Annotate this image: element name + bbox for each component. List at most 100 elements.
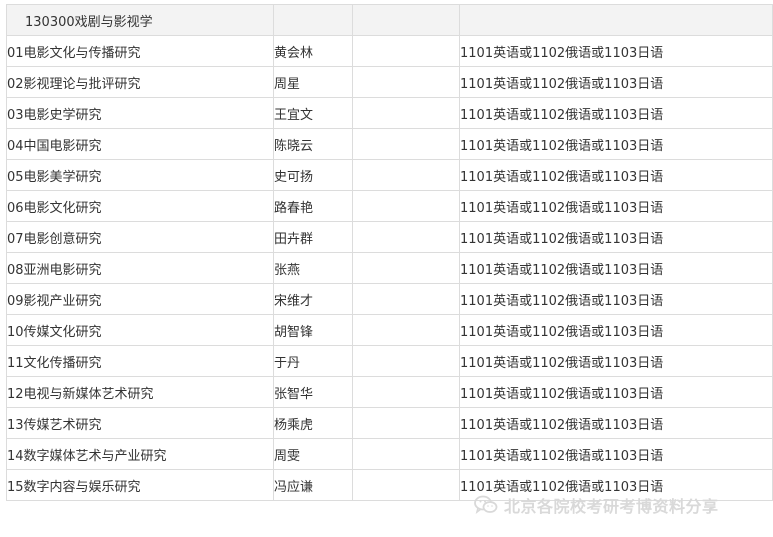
tutor-name: 胡智锋 <box>274 324 314 340</box>
research-direction: 03电影史学研究 <box>7 107 102 123</box>
research-direction-cell: 10传媒文化研究 <box>6 314 274 346</box>
blank-cell <box>352 438 460 470</box>
blank-cell <box>352 469 460 501</box>
research-direction: 01电影文化与传播研究 <box>7 45 141 61</box>
tutor-cell: 陈晓云 <box>273 128 353 160</box>
table-row: 09影视产业研究 宋维才 1101英语或1102俄语或1103日语 <box>6 283 773 315</box>
tutor-cell: 张智华 <box>273 376 353 408</box>
blank-cell <box>352 221 460 253</box>
research-direction: 08亚洲电影研究 <box>7 262 102 278</box>
tutor-name: 张燕 <box>274 262 301 278</box>
watermark: 北京各院校考研考博资料分享 <box>474 494 719 516</box>
tutor-cell: 王宜文 <box>273 97 353 129</box>
blank-cell <box>352 345 460 377</box>
blank-cell <box>352 159 460 191</box>
research-direction: 05电影美学研究 <box>7 169 102 185</box>
program-table: 130300戏剧与影视学 01电影文化与传播研究 黄会林 1101英语或1102俄语… <box>6 4 773 501</box>
tutor-name: 杨乘虎 <box>274 417 314 433</box>
header-tutor-cell <box>273 4 353 36</box>
foreign-language-cell: 1101英语或1102俄语或1103日语 <box>459 221 773 253</box>
foreign-language-cell: 1101英语或1102俄语或1103日语 <box>459 438 773 470</box>
foreign-language: 1101英语或1102俄语或1103日语 <box>460 386 664 402</box>
tutor-cell: 周星 <box>273 66 353 98</box>
blank-cell <box>352 128 460 160</box>
blank-cell <box>352 314 460 346</box>
tutor-name: 王宜文 <box>274 107 314 123</box>
tutor-name: 于丹 <box>274 355 301 371</box>
blank-cell <box>352 35 460 67</box>
tutor-cell: 胡智锋 <box>273 314 353 346</box>
table-row: 14数字媒体艺术与产业研究 周雯 1101英语或1102俄语或1103日语 <box>6 438 773 470</box>
research-direction-cell: 04中国电影研究 <box>6 128 274 160</box>
foreign-language-cell: 1101英语或1102俄语或1103日语 <box>459 376 773 408</box>
table-row: 03电影史学研究 王宜文 1101英语或1102俄语或1103日语 <box>6 97 773 129</box>
wechat-icon <box>474 495 498 515</box>
table-row: 08亚洲电影研究 张燕 1101英语或1102俄语或1103日语 <box>6 252 773 284</box>
foreign-language: 1101英语或1102俄语或1103日语 <box>460 169 664 185</box>
research-direction-cell: 02影视理论与批评研究 <box>6 66 274 98</box>
tutor-name: 陈晓云 <box>274 138 314 154</box>
research-direction: 09影视产业研究 <box>7 293 102 309</box>
foreign-language-cell: 1101英语或1102俄语或1103日语 <box>459 345 773 377</box>
foreign-language: 1101英语或1102俄语或1103日语 <box>460 138 664 154</box>
table-row: 06电影文化研究 路春艳 1101英语或1102俄语或1103日语 <box>6 190 773 222</box>
blank-cell <box>352 97 460 129</box>
table-row: 02影视理论与批评研究 周星 1101英语或1102俄语或1103日语 <box>6 66 773 98</box>
tutor-name: 路春艳 <box>274 200 314 216</box>
foreign-language-cell: 1101英语或1102俄语或1103日语 <box>459 35 773 67</box>
research-direction-cell: 05电影美学研究 <box>6 159 274 191</box>
research-direction: 12电视与新媒体艺术研究 <box>7 386 154 402</box>
table-row: 10传媒文化研究 胡智锋 1101英语或1102俄语或1103日语 <box>6 314 773 346</box>
table-row: 13传媒艺术研究 杨乘虎 1101英语或1102俄语或1103日语 <box>6 407 773 439</box>
tutor-name: 冯应谦 <box>274 479 314 495</box>
foreign-language: 1101英语或1102俄语或1103日语 <box>460 76 664 92</box>
tutor-cell: 路春艳 <box>273 190 353 222</box>
tutor-cell: 田卉群 <box>273 221 353 253</box>
table-header-row: 130300戏剧与影视学 <box>6 4 773 36</box>
foreign-language-cell: 1101英语或1102俄语或1103日语 <box>459 66 773 98</box>
table-row: 05电影美学研究 史可扬 1101英语或1102俄语或1103日语 <box>6 159 773 191</box>
program-table-body: 130300戏剧与影视学 01电影文化与传播研究 黄会林 1101英语或1102俄语… <box>6 4 773 501</box>
foreign-language-cell: 1101英语或1102俄语或1103日语 <box>459 97 773 129</box>
research-direction-cell: 08亚洲电影研究 <box>6 252 274 284</box>
blank-cell <box>352 190 460 222</box>
tutor-cell: 于丹 <box>273 345 353 377</box>
research-direction: 15数字内容与娱乐研究 <box>7 479 141 495</box>
research-direction-cell: 01电影文化与传播研究 <box>6 35 274 67</box>
table-row: 01电影文化与传播研究 黄会林 1101英语或1102俄语或1103日语 <box>6 35 773 67</box>
tutor-cell: 杨乘虎 <box>273 407 353 439</box>
blank-cell <box>352 66 460 98</box>
research-direction: 14数字媒体艺术与产业研究 <box>7 448 167 464</box>
table-row: 11文化传播研究 于丹 1101英语或1102俄语或1103日语 <box>6 345 773 377</box>
blank-cell <box>352 283 460 315</box>
foreign-language: 1101英语或1102俄语或1103日语 <box>460 448 664 464</box>
research-direction-cell: 13传媒艺术研究 <box>6 407 274 439</box>
research-direction-cell: 14数字媒体艺术与产业研究 <box>6 438 274 470</box>
foreign-language-cell: 1101英语或1102俄语或1103日语 <box>459 190 773 222</box>
blank-cell <box>352 252 460 284</box>
foreign-language: 1101英语或1102俄语或1103日语 <box>460 45 664 61</box>
tutor-cell: 张燕 <box>273 252 353 284</box>
foreign-language-cell: 1101英语或1102俄语或1103日语 <box>459 128 773 160</box>
research-direction-cell: 11文化传播研究 <box>6 345 274 377</box>
foreign-language: 1101英语或1102俄语或1103日语 <box>460 231 664 247</box>
research-direction: 07电影创意研究 <box>7 231 102 247</box>
tutor-name: 宋维才 <box>274 293 314 309</box>
program-name-cell: 130300戏剧与影视学 <box>6 4 274 36</box>
foreign-language-cell: 1101英语或1102俄语或1103日语 <box>459 283 773 315</box>
research-direction-cell: 15数字内容与娱乐研究 <box>6 469 274 501</box>
tutor-cell: 宋维才 <box>273 283 353 315</box>
tutor-name: 史可扬 <box>274 169 314 185</box>
foreign-language-cell: 1101英语或1102俄语或1103日语 <box>459 314 773 346</box>
foreign-language: 1101英语或1102俄语或1103日语 <box>460 107 664 123</box>
foreign-language: 1101英语或1102俄语或1103日语 <box>460 262 664 278</box>
table-row: 07电影创意研究 田卉群 1101英语或1102俄语或1103日语 <box>6 221 773 253</box>
header-blank-cell <box>352 4 460 36</box>
tutor-cell: 周雯 <box>273 438 353 470</box>
research-direction-cell: 07电影创意研究 <box>6 221 274 253</box>
table-row: 04中国电影研究 陈晓云 1101英语或1102俄语或1103日语 <box>6 128 773 160</box>
foreign-language-cell: 1101英语或1102俄语或1103日语 <box>459 252 773 284</box>
research-direction: 04中国电影研究 <box>7 138 102 154</box>
foreign-language: 1101英语或1102俄语或1103日语 <box>460 293 664 309</box>
header-language-cell <box>459 4 773 36</box>
